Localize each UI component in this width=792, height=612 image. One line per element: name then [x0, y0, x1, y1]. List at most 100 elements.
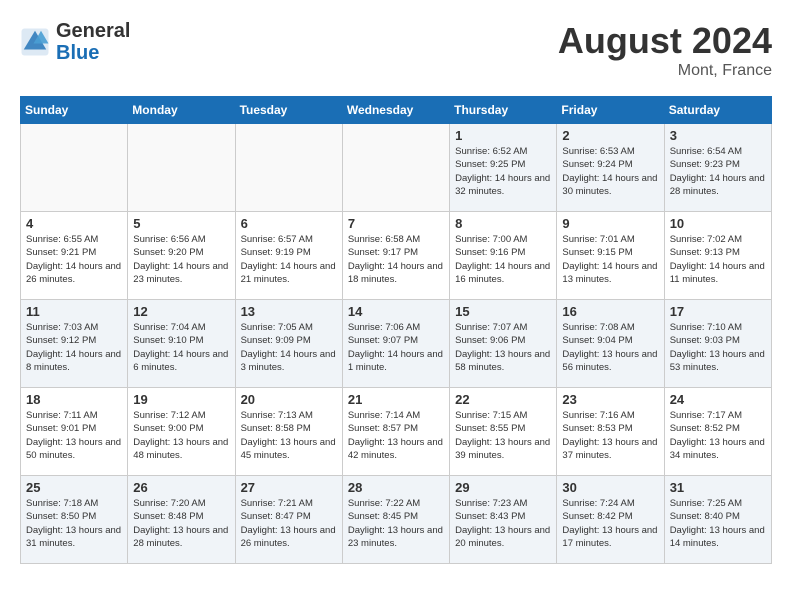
calendar-cell: 25 Sunrise: 7:18 AMSunset: 8:50 PMDayligh…: [21, 476, 128, 564]
calendar-cell: 10 Sunrise: 7:02 AMSunset: 9:13 PMDayligh…: [664, 212, 771, 300]
day-info: Sunrise: 7:15 AMSunset: 8:55 PMDaylight:…: [455, 409, 551, 462]
col-wednesday: Wednesday: [342, 97, 449, 124]
calendar-table: Sunday Monday Tuesday Wednesday Thursday…: [20, 96, 772, 564]
calendar-cell: [21, 124, 128, 212]
calendar-cell: 28 Sunrise: 7:22 AMSunset: 8:45 PMDayligh…: [342, 476, 449, 564]
calendar-cell: 26 Sunrise: 7:20 AMSunset: 8:48 PMDayligh…: [128, 476, 235, 564]
day-number: 8: [455, 216, 551, 231]
calendar-cell: [342, 124, 449, 212]
calendar-cell: 18Sunrise: 7:11 AMSunset: 9:01 PMDayligh…: [21, 388, 128, 476]
day-info: Sunrise: 7:23 AMSunset: 8:43 PMDaylight:…: [455, 497, 551, 550]
day-info: Sunrise: 7:17 AMSunset: 8:52 PMDaylight:…: [670, 409, 766, 462]
calendar-cell: 8 Sunrise: 7:00 AMSunset: 9:16 PMDaylight…: [450, 212, 557, 300]
day-info: Sunrise: 7:13 AMSunset: 8:58 PMDaylight:…: [241, 409, 337, 462]
col-tuesday: Tuesday: [235, 97, 342, 124]
day-info: Sunrise: 7:01 AMSunset: 9:15 PMDaylight:…: [562, 233, 658, 286]
calendar-cell: 2 Sunrise: 6:53 AMSunset: 9:24 PMDaylight…: [557, 124, 664, 212]
day-info: Sunrise: 7:08 AMSunset: 9:04 PMDaylight:…: [562, 321, 658, 374]
day-info: Sunrise: 6:55 AMSunset: 9:21 PMDaylight:…: [26, 233, 122, 286]
week-row-3: 11 Sunrise: 7:03 AMSunset: 9:12 PMDayligh…: [21, 300, 772, 388]
day-info: Sunrise: 7:21 AMSunset: 8:47 PMDaylight:…: [241, 497, 337, 550]
week-row-4: 18Sunrise: 7:11 AMSunset: 9:01 PMDayligh…: [21, 388, 772, 476]
day-info: Sunrise: 7:20 AMSunset: 8:48 PMDaylight:…: [133, 497, 229, 550]
day-number: 31: [670, 480, 766, 495]
calendar-cell: 14 Sunrise: 7:06 AMSunset: 9:07 PMDayligh…: [342, 300, 449, 388]
calendar-cell: 22 Sunrise: 7:15 AMSunset: 8:55 PMDayligh…: [450, 388, 557, 476]
week-row-5: 25 Sunrise: 7:18 AMSunset: 8:50 PMDayligh…: [21, 476, 772, 564]
day-number: 16: [562, 304, 658, 319]
calendar-cell: 15Sunrise: 7:07 AMSunset: 9:06 PMDayligh…: [450, 300, 557, 388]
day-number: 26: [133, 480, 229, 495]
calendar-cell: 19 Sunrise: 7:12 AMSunset: 9:00 PMDayligh…: [128, 388, 235, 476]
calendar-cell: 9 Sunrise: 7:01 AMSunset: 9:15 PMDaylight…: [557, 212, 664, 300]
day-info: Sunrise: 7:24 AMSunset: 8:42 PMDaylight:…: [562, 497, 658, 550]
calendar-cell: 21 Sunrise: 7:14 AMSunset: 8:57 PMDayligh…: [342, 388, 449, 476]
calendar-cell: 5Sunrise: 6:56 AMSunset: 9:20 PMDaylight…: [128, 212, 235, 300]
day-info: Sunrise: 7:14 AMSunset: 8:57 PMDaylight:…: [348, 409, 444, 462]
calendar-cell: 29 Sunrise: 7:23 AMSunset: 8:43 PMDayligh…: [450, 476, 557, 564]
day-info: Sunrise: 7:25 AMSunset: 8:40 PMDaylight:…: [670, 497, 766, 550]
day-number: 25: [26, 480, 122, 495]
calendar-cell: 17Sunrise: 7:10 AMSunset: 9:03 PMDayligh…: [664, 300, 771, 388]
calendar-cell: 11 Sunrise: 7:03 AMSunset: 9:12 PMDayligh…: [21, 300, 128, 388]
month-year: August 2024: [558, 20, 772, 62]
day-number: 28: [348, 480, 444, 495]
day-info: Sunrise: 6:57 AMSunset: 9:19 PMDaylight:…: [241, 233, 337, 286]
day-info: Sunrise: 6:53 AMSunset: 9:24 PMDaylight:…: [562, 145, 658, 198]
day-number: 4: [26, 216, 122, 231]
day-info: Sunrise: 6:54 AMSunset: 9:23 PMDaylight:…: [670, 145, 766, 198]
day-info: Sunrise: 7:02 AMSunset: 9:13 PMDaylight:…: [670, 233, 766, 286]
day-info: Sunrise: 7:05 AMSunset: 9:09 PMDaylight:…: [241, 321, 337, 374]
day-number: 12: [133, 304, 229, 319]
day-number: 20: [241, 392, 337, 407]
day-number: 13: [241, 304, 337, 319]
day-number: 22: [455, 392, 551, 407]
logo-line2: Blue: [56, 42, 130, 64]
day-info: Sunrise: 7:03 AMSunset: 9:12 PMDaylight:…: [26, 321, 122, 374]
col-thursday: Thursday: [450, 97, 557, 124]
col-friday: Friday: [557, 97, 664, 124]
day-number: 6: [241, 216, 337, 231]
calendar-cell: 24Sunrise: 7:17 AMSunset: 8:52 PMDayligh…: [664, 388, 771, 476]
day-info: Sunrise: 6:56 AMSunset: 9:20 PMDaylight:…: [133, 233, 229, 286]
day-info: Sunrise: 7:22 AMSunset: 8:45 PMDaylight:…: [348, 497, 444, 550]
day-number: 7: [348, 216, 444, 231]
day-number: 9: [562, 216, 658, 231]
calendar-cell: 23Sunrise: 7:16 AMSunset: 8:53 PMDayligh…: [557, 388, 664, 476]
calendar-cell: 30 Sunrise: 7:24 AMSunset: 8:42 PMDayligh…: [557, 476, 664, 564]
day-number: 14: [348, 304, 444, 319]
calendar-cell: 1Sunrise: 6:52 AMSunset: 9:25 PMDaylight…: [450, 124, 557, 212]
title-block: August 2024 Mont, France: [558, 20, 772, 80]
calendar-cell: [128, 124, 235, 212]
day-number: 21: [348, 392, 444, 407]
day-number: 10: [670, 216, 766, 231]
calendar-cell: 31 Sunrise: 7:25 AMSunset: 8:40 PMDayligh…: [664, 476, 771, 564]
calendar-cell: 16 Sunrise: 7:08 AMSunset: 9:04 PMDayligh…: [557, 300, 664, 388]
day-number: 2: [562, 128, 658, 143]
week-row-1: 1Sunrise: 6:52 AMSunset: 9:25 PMDaylight…: [21, 124, 772, 212]
day-info: Sunrise: 6:52 AMSunset: 9:25 PMDaylight:…: [455, 145, 551, 198]
page-header: General Blue August 2024 Mont, France: [20, 20, 772, 80]
day-info: Sunrise: 7:12 AMSunset: 9:00 PMDaylight:…: [133, 409, 229, 462]
calendar-cell: 3Sunrise: 6:54 AMSunset: 9:23 PMDaylight…: [664, 124, 771, 212]
calendar-cell: [235, 124, 342, 212]
col-monday: Monday: [128, 97, 235, 124]
day-info: Sunrise: 7:00 AMSunset: 9:16 PMDaylight:…: [455, 233, 551, 286]
day-number: 30: [562, 480, 658, 495]
day-number: 18: [26, 392, 122, 407]
week-row-2: 4 Sunrise: 6:55 AMSunset: 9:21 PMDaylight…: [21, 212, 772, 300]
day-number: 17: [670, 304, 766, 319]
day-number: 11: [26, 304, 122, 319]
col-saturday: Saturday: [664, 97, 771, 124]
day-info: Sunrise: 7:16 AMSunset: 8:53 PMDaylight:…: [562, 409, 658, 462]
day-info: Sunrise: 6:58 AMSunset: 9:17 PMDaylight:…: [348, 233, 444, 286]
logo-icon: [20, 27, 50, 57]
day-number: 27: [241, 480, 337, 495]
day-info: Sunrise: 7:18 AMSunset: 8:50 PMDaylight:…: [26, 497, 122, 550]
calendar-cell: 12Sunrise: 7:04 AMSunset: 9:10 PMDayligh…: [128, 300, 235, 388]
calendar-cell: 6 Sunrise: 6:57 AMSunset: 9:19 PMDaylight…: [235, 212, 342, 300]
day-number: 29: [455, 480, 551, 495]
day-info: Sunrise: 7:06 AMSunset: 9:07 PMDaylight:…: [348, 321, 444, 374]
day-number: 15: [455, 304, 551, 319]
day-number: 19: [133, 392, 229, 407]
